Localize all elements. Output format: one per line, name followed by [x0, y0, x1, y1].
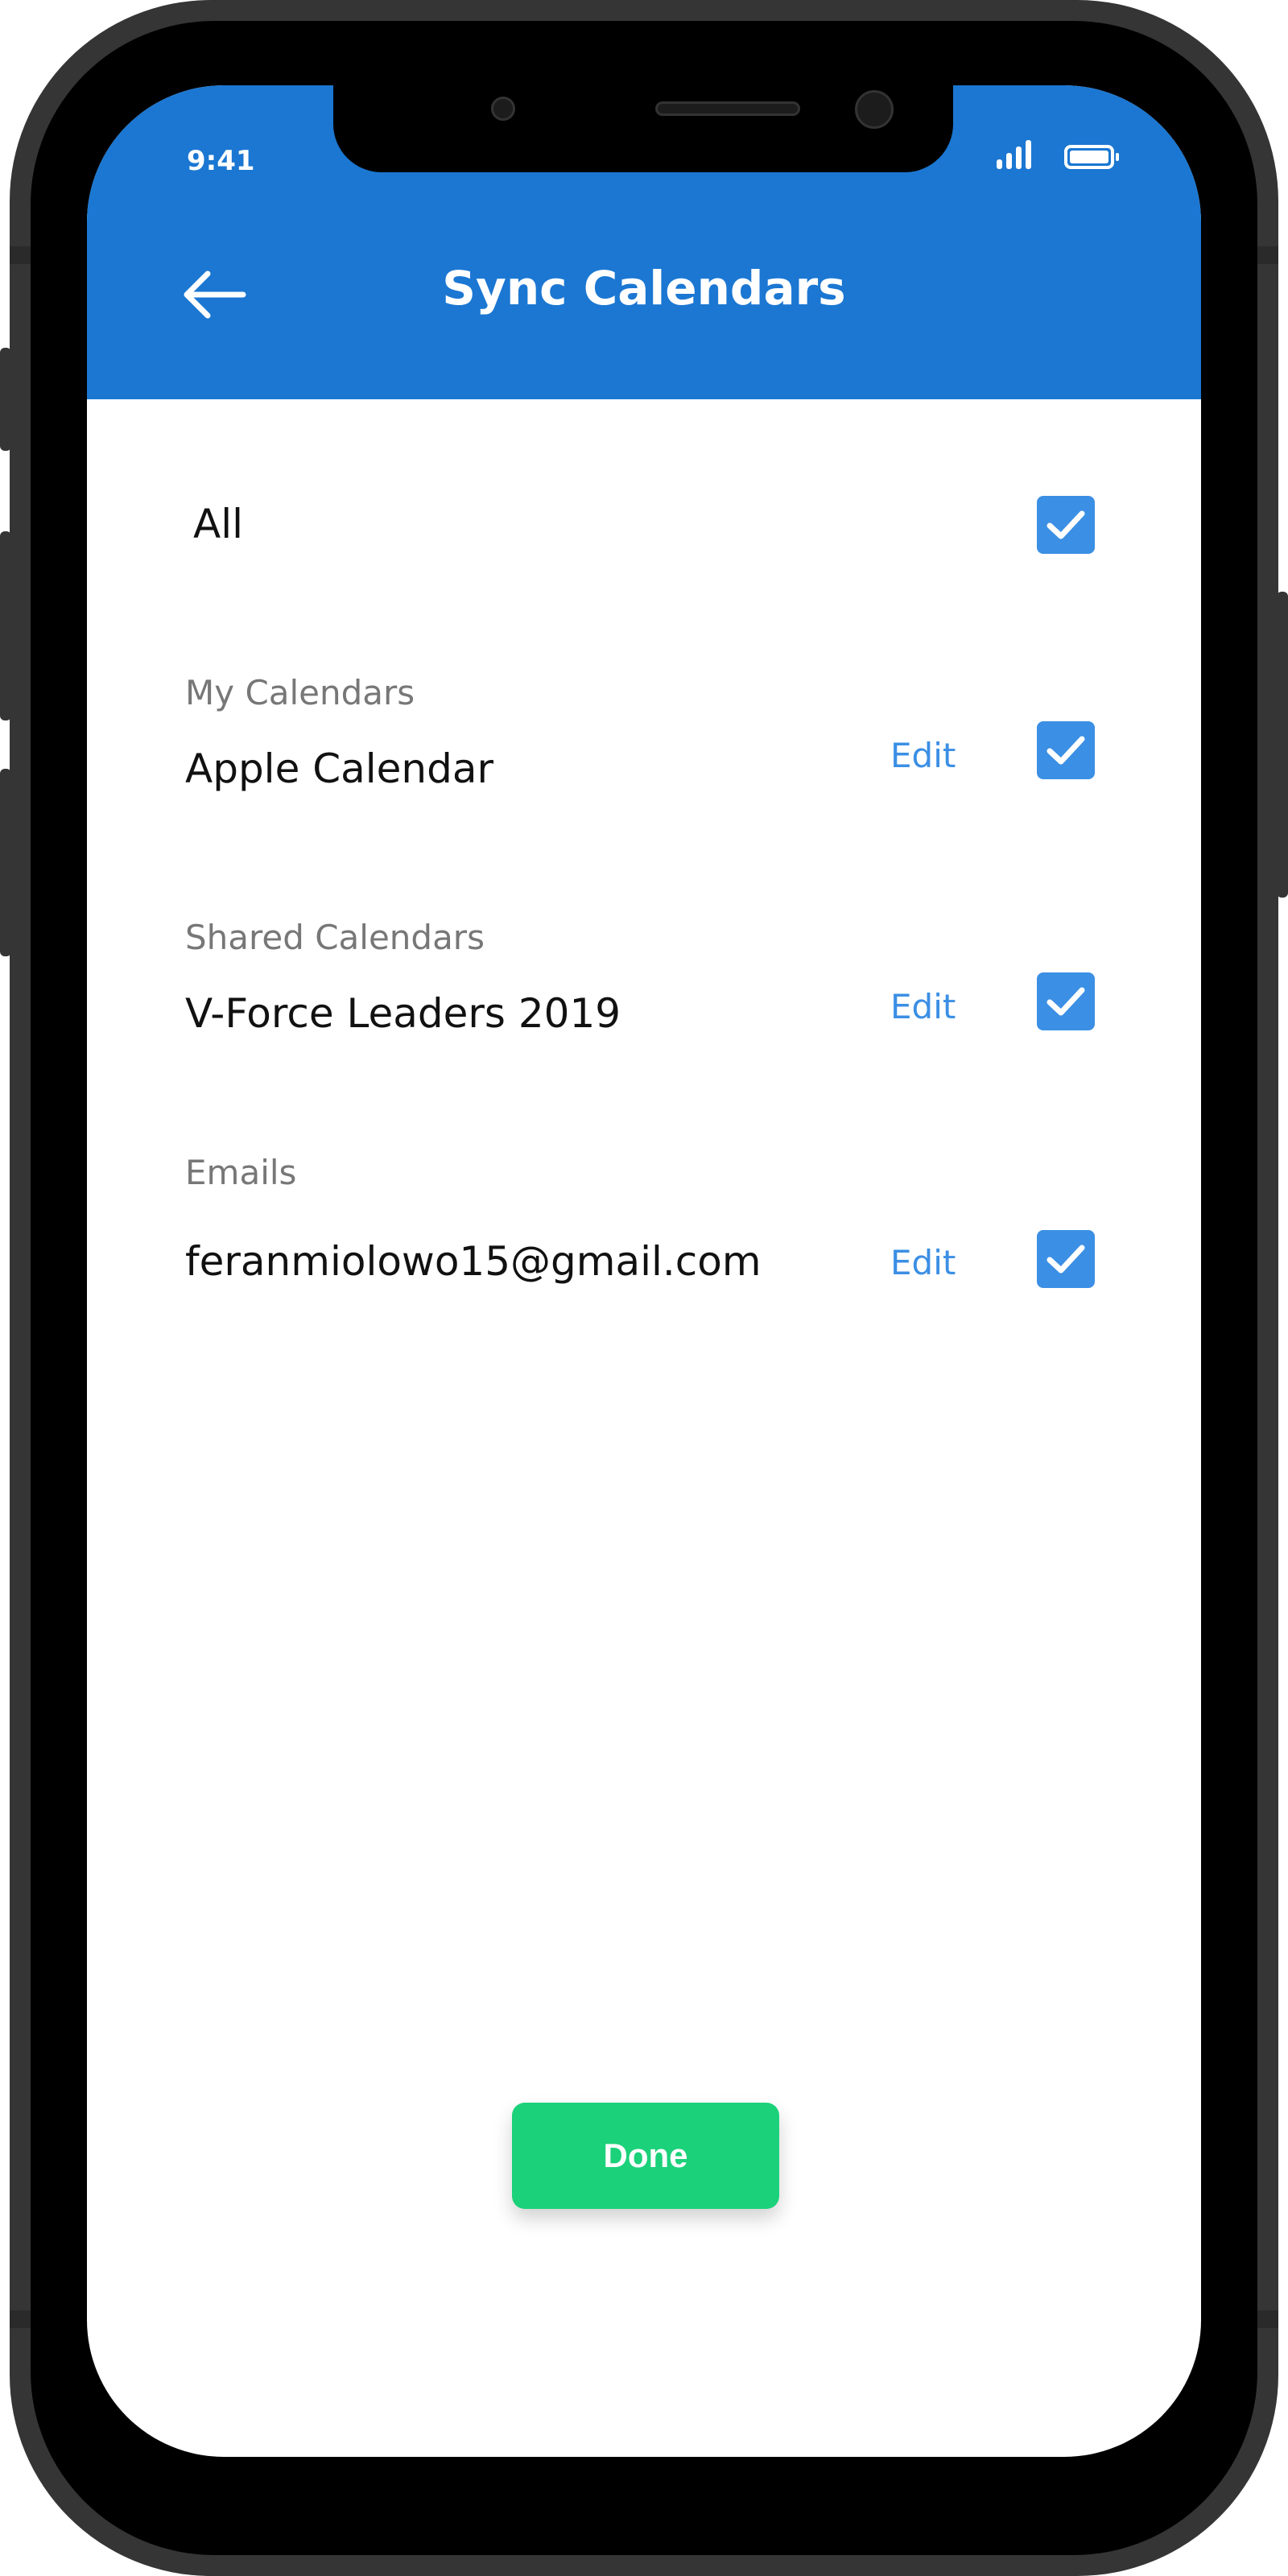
- edit-button[interactable]: Edit: [890, 1243, 956, 1282]
- notch: [333, 85, 953, 172]
- power-button: [1277, 592, 1288, 898]
- silent-switch: [0, 348, 11, 451]
- calendar-checkbox[interactable]: [1037, 972, 1095, 1030]
- check-icon: [1046, 1245, 1085, 1274]
- done-button[interactable]: Done: [512, 2103, 779, 2209]
- section-label: Emails: [185, 1153, 297, 1192]
- check-icon: [1046, 987, 1085, 1016]
- speaker: [655, 101, 800, 116]
- volume-up-button: [0, 531, 11, 720]
- section-label: My Calendars: [185, 673, 415, 712]
- edit-button[interactable]: Edit: [890, 987, 956, 1026]
- section-label: Shared Calendars: [185, 918, 485, 957]
- calendar-checkbox[interactable]: [1037, 721, 1095, 779]
- edit-button[interactable]: Edit: [890, 736, 956, 775]
- calendar-name: Apple Calendar: [185, 745, 494, 792]
- calendar-name: V-Force Leaders 2019: [185, 990, 621, 1037]
- battery-icon: [1064, 145, 1119, 169]
- all-checkbox[interactable]: [1037, 496, 1095, 554]
- screen: 9:41 Sync Calendars All My Calendars App…: [87, 85, 1201, 2457]
- all-label: All: [193, 501, 243, 547]
- signal-icon: [997, 140, 1031, 169]
- status-time: 9:41: [187, 145, 255, 177]
- email-checkbox[interactable]: [1037, 1230, 1095, 1288]
- volume-down-button: [0, 769, 11, 956]
- sensor: [491, 97, 515, 121]
- email-name: feranmiolowo15@gmail.com: [185, 1238, 762, 1285]
- page-title: Sync Calendars: [442, 261, 846, 316]
- check-icon: [1046, 736, 1085, 765]
- check-icon: [1046, 510, 1085, 539]
- front-camera: [855, 90, 894, 129]
